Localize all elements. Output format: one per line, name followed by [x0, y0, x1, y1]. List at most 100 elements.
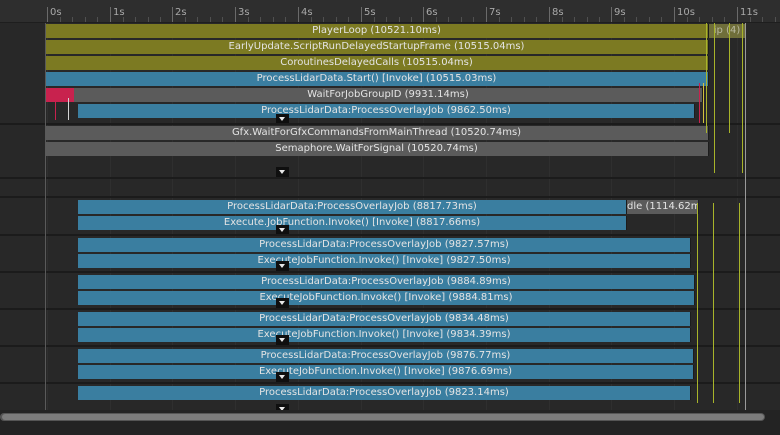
worker-invoke-bar[interactable]: ExecuteJobFunction.Invoke() [Invoke] (98… — [78, 254, 691, 268]
lidar-start-bar[interactable]: ProcessLidarData.Start() [Invoke] (10515… — [45, 72, 709, 86]
expand-thread-toggle[interactable] — [276, 372, 289, 382]
worker-idle-bar[interactable]: dle (1114.62ms — [627, 200, 699, 214]
ruler-minor-tick — [599, 17, 600, 22]
ruler-tick — [235, 7, 236, 22]
worker-job-bar[interactable]: ProcessLidarData:ProcessOverlayJob (9823… — [78, 386, 691, 400]
worker-invoke-bar[interactable]: Execute.JobFunction.Invoke() [Invoke] (8… — [78, 216, 627, 230]
ruler-tick — [47, 7, 48, 22]
ruler-minor-tick — [248, 17, 249, 22]
scrollbar-thumb[interactable] — [2, 414, 764, 420]
horizontal-scrollbar[interactable] — [0, 410, 780, 435]
ruler-minor-tick — [210, 17, 211, 22]
ruler-minor-tick — [85, 17, 86, 22]
ruler-minor-tick — [160, 17, 161, 22]
ruler-minor-tick — [448, 17, 449, 22]
ruler-minor-tick — [323, 17, 324, 22]
overlay-job-main-bar[interactable]: ProcessLidarData:ProcessOverlayJob (9862… — [78, 104, 695, 118]
ruler-minor-tick — [636, 17, 637, 22]
ruler-tick — [486, 7, 487, 22]
early-update-bar[interactable]: EarlyUpdate.ScriptRunDelayedStartupFrame… — [45, 40, 709, 54]
ruler-minor-tick — [60, 17, 61, 22]
ruler-tick — [298, 7, 299, 22]
ruler-minor-tick — [285, 17, 286, 22]
ruler-minor-tick — [473, 17, 474, 22]
ruler-minor-tick — [511, 17, 512, 22]
thread-divider — [0, 177, 780, 179]
sample-marker — [706, 23, 707, 133]
ruler-tick — [549, 7, 550, 22]
ruler-minor-tick — [197, 17, 198, 22]
timeline-ruler[interactable]: 0s 1s 2s 3s 4s 5s 6s 7s 8s 9s 10s 11s — [0, 0, 780, 23]
worker-job-bar[interactable]: ProcessLidarData:ProcessOverlayJob (8817… — [78, 200, 627, 214]
frame-end-line — [745, 23, 746, 410]
sample-marker — [742, 23, 743, 173]
sample-marker — [713, 203, 714, 403]
red-sample-bar[interactable] — [45, 88, 74, 102]
thread-divider — [0, 382, 780, 384]
ruler-minor-tick — [72, 17, 73, 22]
worker-invoke-bar[interactable]: ExecuteJobFunction.Invoke() [Invoke] (98… — [78, 291, 695, 305]
ruler-minor-tick — [260, 17, 261, 22]
ruler-minor-tick — [461, 17, 462, 22]
profiler-timeline[interactable]: PlayerLoop (10521.10ms) ip (4) EarlyUpda… — [0, 23, 780, 410]
ruler-minor-tick — [499, 17, 500, 22]
ruler-minor-tick — [311, 17, 312, 22]
ruler-minor-tick — [687, 17, 688, 22]
ruler-minor-tick — [574, 17, 575, 22]
ruler-minor-tick — [411, 17, 412, 22]
ruler-minor-tick — [699, 17, 700, 22]
ruler-minor-tick — [436, 17, 437, 22]
worker-job-bar[interactable]: ProcessLidarData:ProcessOverlayJob (9884… — [78, 275, 695, 289]
semaphore-bar[interactable]: Semaphore.WaitForSignal (10520.74ms) — [45, 142, 709, 156]
ruler-tick — [110, 7, 111, 22]
thread-divider — [0, 271, 780, 273]
ruler-minor-tick — [336, 17, 337, 22]
sample-marker — [55, 98, 56, 120]
ruler-tick — [737, 7, 738, 22]
ruler-minor-tick — [750, 17, 751, 22]
ruler-label: 10s — [677, 7, 695, 18]
ruler-minor-tick — [386, 17, 387, 22]
sample-marker — [699, 83, 700, 123]
worker-invoke-bar[interactable]: ExecuteJobFunction.Invoke() [Invoke] (98… — [78, 328, 691, 342]
thread-divider — [0, 234, 780, 236]
expand-thread-toggle[interactable] — [276, 261, 289, 271]
ruler-tick — [423, 7, 424, 22]
ruler-minor-tick — [775, 17, 776, 22]
expand-thread-toggle[interactable] — [276, 335, 289, 345]
sample-marker — [697, 203, 698, 403]
worker-job-bar[interactable]: ProcessLidarData:ProcessOverlayJob (9834… — [78, 312, 691, 326]
ruler-minor-tick — [661, 17, 662, 22]
ruler-minor-tick — [399, 17, 400, 22]
ruler-minor-tick — [524, 17, 525, 22]
ruler-tick — [611, 7, 612, 22]
coroutines-bar[interactable]: CoroutinesDelayedCalls (10515.04ms) — [45, 56, 709, 70]
frame-start-line — [45, 23, 46, 410]
ruler-minor-tick — [562, 17, 563, 22]
ruler-minor-tick — [649, 17, 650, 22]
worker-job-bar[interactable]: ProcessLidarData:ProcessOverlayJob (9876… — [78, 349, 694, 363]
player-loop-bar[interactable]: PlayerLoop (10521.10ms) — [45, 24, 709, 38]
ruler-minor-tick — [135, 17, 136, 22]
grid-line — [737, 23, 738, 410]
expand-thread-toggle[interactable] — [276, 298, 289, 308]
sample-marker — [729, 23, 730, 133]
ruler-tick — [172, 7, 173, 22]
sample-marker — [714, 23, 715, 173]
sample-marker — [703, 83, 704, 123]
thread-divider — [0, 345, 780, 347]
ruler-minor-tick — [148, 17, 149, 22]
ruler-minor-tick — [185, 17, 186, 22]
ruler-minor-tick — [273, 17, 274, 22]
worker-job-bar[interactable]: ProcessLidarData:ProcessOverlayJob (9827… — [78, 238, 691, 252]
wait-job-bar[interactable]: WaitForJobGroupID (9931.14ms) — [74, 88, 703, 102]
sample-marker — [68, 98, 69, 120]
ruler-minor-tick — [222, 17, 223, 22]
gfx-wait-bar[interactable]: Gfx.WaitForGfxCommandsFromMainThread (10… — [45, 126, 709, 140]
expand-thread-toggle[interactable] — [276, 167, 289, 177]
sample-marker — [739, 203, 740, 403]
worker-invoke-bar[interactable]: ExecuteJobFunction.Invoke() [Invoke] (98… — [78, 365, 694, 379]
ruler-minor-tick — [724, 17, 725, 22]
ruler-minor-tick — [536, 17, 537, 22]
ruler-minor-tick — [123, 17, 124, 22]
